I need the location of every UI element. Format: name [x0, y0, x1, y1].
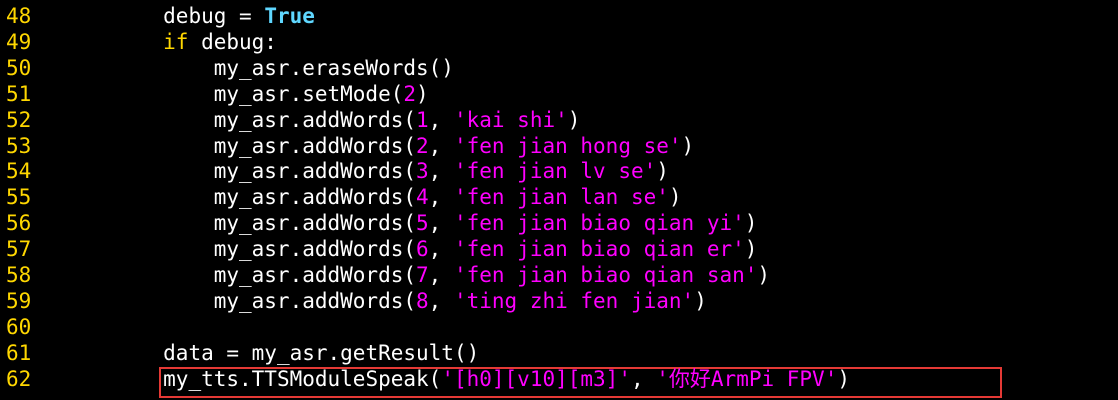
code-text: my_asr.addWords(7, 'fen jian biao qian s… — [62, 262, 770, 288]
code-text: my_asr.setMode(2) — [62, 81, 429, 107]
line-number: 52 — [6, 107, 32, 132]
code-token: 'fen jian biao qian san' — [453, 263, 758, 287]
code-token: , — [428, 133, 454, 158]
code-token: 'ting zhi fen jian' — [453, 288, 695, 313]
code-token: , — [428, 263, 454, 287]
code-token: 3 — [416, 159, 429, 184]
code-token: , — [428, 107, 454, 132]
line-number: 55 — [6, 185, 32, 210]
code-token: 'fen jian lv se' — [453, 159, 657, 184]
code-token: '[h0][v10][m3]' — [441, 366, 631, 391]
line-number: 59 — [6, 288, 32, 313]
code-text: my_asr.addWords(5, 'fen jian biao qian y… — [62, 210, 758, 236]
code-text: my_asr.addWords(3, 'fen jian lv se') — [62, 158, 669, 184]
code-token: ) — [757, 263, 771, 287]
code-token: my_asr.addWords( — [213, 159, 417, 184]
code-text: debug = True — [62, 3, 315, 29]
code-token: 6 — [416, 237, 429, 262]
code-token: 2 — [403, 81, 417, 106]
code-token: my_tts.TTSModuleSpeak( — [163, 366, 442, 391]
code-token: my_asr.addWords( — [213, 263, 417, 287]
code-token: '你好ArmPi FPV' — [656, 366, 838, 391]
code-token: , — [428, 211, 454, 236]
code-token: 'fen jian biao qian er' — [453, 237, 745, 262]
code-token: 7 — [416, 263, 429, 287]
line-number: 48 — [6, 4, 32, 28]
line-number: 56 — [6, 211, 32, 236]
line-number: 54 — [6, 159, 32, 184]
code-token: my_asr.addWords( — [213, 185, 417, 210]
line-number: 58 — [6, 263, 32, 287]
code-token: ) — [656, 159, 669, 184]
code-text: my_asr.addWords(1, 'kai shi') — [62, 107, 581, 133]
line-number: 61 — [6, 340, 32, 365]
code-text: my_asr.addWords(4, 'fen jian lan se') — [62, 184, 682, 210]
code-token: , — [428, 185, 454, 210]
code-token: ) — [837, 366, 850, 391]
code-text: my_asr.addWords(2, 'fen jian hong se') — [62, 133, 694, 159]
code-token: my_asr.addWords( — [213, 288, 417, 313]
code-token: my_asr.setMode( — [213, 81, 404, 106]
code-token: my_asr.addWords( — [213, 133, 417, 158]
code-token: 2 — [416, 133, 429, 158]
code-token: 1 — [416, 107, 429, 132]
line-number: 57 — [6, 237, 32, 262]
line-number: 62 — [6, 366, 32, 391]
code-token: ) — [744, 237, 758, 262]
code-text: if debug: — [62, 29, 277, 55]
code-token: ) — [681, 133, 695, 158]
code-text: data = my_asr.getResult() — [62, 340, 479, 366]
code-token: my_asr.addWords( — [213, 211, 417, 236]
code-text: my_tts.TTSModuleSpeak('[h0][v10][m3]', '… — [62, 366, 850, 392]
code-token: , — [428, 237, 454, 262]
code-token: 'fen jian hong se' — [453, 133, 682, 158]
code-token: if — [163, 29, 189, 54]
line-number: 60 — [6, 314, 32, 339]
code-token: ) — [668, 185, 682, 210]
code-text: my_asr.eraseWords() — [62, 55, 454, 81]
code-token: 'fen jian lan se' — [453, 185, 669, 210]
code-text: my_asr.addWords(8, 'ting zhi fen jian') — [62, 288, 707, 314]
code-token: my_asr.addWords( — [213, 107, 417, 132]
code-token: , — [428, 288, 454, 313]
code-token: 8 — [416, 288, 429, 313]
code-token: 'kai shi' — [453, 107, 568, 132]
code-text: my_asr.addWords(6, 'fen jian biao qian e… — [62, 236, 758, 262]
code-token: ) — [416, 81, 429, 106]
code-token: my_asr.eraseWords() — [213, 55, 454, 80]
line-number: 53 — [6, 133, 32, 158]
code-token: , — [630, 366, 657, 391]
code-token: debug = — [163, 4, 265, 28]
code-editor[interactable]: 48 debug = True 49 if debug: 50 my_asr.era… — [0, 0, 1118, 400]
line-number: 49 — [6, 29, 32, 54]
code-token: 'fen jian biao qian yi' — [453, 211, 745, 236]
code-token: ) — [694, 288, 707, 313]
line-number: 51 — [6, 81, 32, 106]
code-token: True — [264, 4, 315, 28]
code-token: debug: — [188, 29, 277, 54]
code-token: , — [428, 159, 454, 184]
code-token: 4 — [416, 185, 429, 210]
code-token: ) — [744, 211, 758, 236]
code-token: ) — [567, 107, 581, 132]
code-token: 5 — [416, 211, 429, 236]
code-token: my_asr.addWords( — [213, 237, 417, 262]
code-token: data = my_asr.getResult() — [163, 340, 480, 365]
line-number: 50 — [6, 55, 32, 80]
